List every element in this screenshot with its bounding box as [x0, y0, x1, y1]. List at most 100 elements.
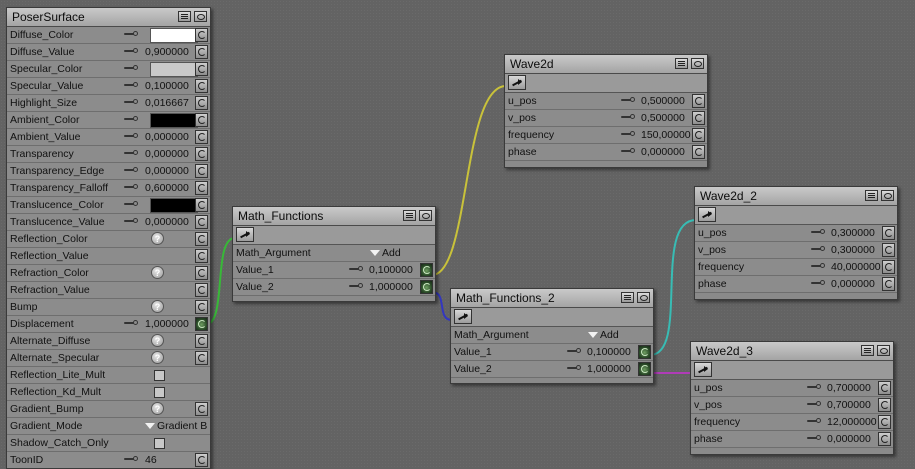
poser-surface-node[interactable]: PoserSurface Diffuse_Color Diffuse_Value 0… [6, 7, 211, 469]
param-row-alternate-specular[interactable]: Alternate_Specular? [7, 350, 210, 367]
node-title-bar[interactable]: Wave2d [505, 55, 707, 74]
dial-icon[interactable] [621, 148, 639, 155]
param-row-gradient-bump[interactable]: Gradient_Bump? [7, 401, 210, 418]
dial-icon[interactable] [621, 97, 639, 104]
param-row-diffuse-value[interactable]: Diffuse_Value 0,900000 [7, 44, 210, 61]
help-icon[interactable]: ? [151, 402, 164, 415]
help-icon[interactable]: ? [151, 266, 164, 279]
node-title-bar[interactable]: Wave2d_2 [695, 187, 897, 206]
input-plug[interactable] [878, 415, 891, 429]
param-value[interactable]: 0,100000 [587, 344, 631, 360]
node-preview-toggle-button[interactable] [691, 58, 704, 69]
input-plug[interactable] [195, 62, 208, 76]
param-value[interactable]: 0,600000 [145, 180, 189, 196]
input-plug[interactable] [882, 277, 895, 291]
dial-icon[interactable] [124, 456, 142, 463]
checkbox[interactable] [154, 438, 165, 449]
param-row-frequency[interactable]: frequency 150,00000 [505, 127, 707, 144]
dial-icon[interactable] [811, 229, 829, 236]
color-swatch[interactable] [150, 62, 198, 77]
help-icon[interactable]: ? [151, 300, 164, 313]
param-row-reflection-lite-mult[interactable]: Reflection_Lite_Mult [7, 367, 210, 384]
checkbox[interactable] [154, 370, 165, 381]
param-row-translucence-value[interactable]: Translucence_Value 0,000000 [7, 214, 210, 231]
input-plug[interactable] [195, 45, 208, 59]
input-plug[interactable] [195, 402, 208, 416]
input-plug[interactable] [195, 249, 208, 263]
node-preview-toggle-button[interactable] [881, 190, 894, 201]
color-swatch[interactable] [150, 113, 198, 128]
param-row-bump[interactable]: Bump? [7, 299, 210, 316]
node-preview-toggle-button[interactable] [194, 11, 207, 22]
dial-icon[interactable] [807, 435, 825, 442]
dial-icon[interactable] [349, 266, 367, 273]
param-row-phase[interactable]: phase 0,000000 [691, 431, 893, 448]
param-row-diffuse-color[interactable]: Diffuse_Color [7, 27, 210, 44]
input-plug[interactable] [195, 113, 208, 127]
dial-icon[interactable] [621, 114, 639, 121]
input-plug[interactable] [195, 79, 208, 93]
param-row-reflection-kd-mult[interactable]: Reflection_Kd_Mult [7, 384, 210, 401]
dial-icon[interactable] [807, 384, 825, 391]
dial-icon[interactable] [349, 283, 367, 290]
input-plug[interactable] [195, 266, 208, 280]
param-row-alternate-diffuse[interactable]: Alternate_Diffuse? [7, 333, 210, 350]
param-value[interactable]: 0,000000 [145, 129, 189, 145]
input-plug[interactable] [195, 130, 208, 144]
input-plug[interactable] [882, 243, 895, 257]
param-value[interactable]: 0,500000 [641, 93, 685, 109]
param-value[interactable]: 1,000000 [369, 279, 413, 295]
dial-icon[interactable] [124, 218, 142, 225]
input-plug[interactable] [195, 300, 208, 314]
param-row-highlight-size[interactable]: Highlight_Size 0,016667 [7, 95, 210, 112]
param-value[interactable]: 0,700000 [827, 380, 871, 396]
input-plug[interactable] [692, 111, 705, 125]
output-plug-icon[interactable] [236, 227, 254, 242]
param-row-reflection-value[interactable]: Reflection_Value [7, 248, 210, 265]
input-plug[interactable] [878, 381, 891, 395]
input-plug[interactable] [195, 147, 208, 161]
dial-icon[interactable] [124, 150, 142, 157]
color-swatch[interactable] [150, 28, 198, 43]
param-value[interactable]: 0,000000 [641, 144, 685, 160]
param-value[interactable]: 1,000000 [145, 316, 189, 332]
input-plug-connected[interactable] [638, 362, 651, 376]
param-value[interactable]: 0,900000 [145, 44, 189, 60]
input-plug[interactable] [195, 232, 208, 246]
dial-icon[interactable] [124, 99, 142, 106]
param-row-phase[interactable]: phase 0,000000 [505, 144, 707, 161]
input-plug[interactable] [878, 432, 891, 446]
param-row-u-pos[interactable]: u_pos 0,300000 [695, 225, 897, 242]
dial-icon[interactable] [124, 320, 142, 327]
param-row-value-1[interactable]: Value_1 0,100000 [451, 344, 653, 361]
node-title-bar[interactable]: PoserSurface [7, 8, 210, 27]
param-value[interactable]: 12,000000 [827, 414, 877, 430]
wave2d-wire[interactable] [431, 85, 507, 276]
dial-icon[interactable] [124, 31, 142, 38]
input-plug[interactable] [195, 164, 208, 178]
input-plug[interactable] [195, 181, 208, 195]
param-row-specular-value[interactable]: Specular_Value 0,100000 [7, 78, 210, 95]
checkbox[interactable] [154, 387, 165, 398]
param-row-u-pos[interactable]: u_pos 0,700000 [691, 380, 893, 397]
node-preview-toggle-button[interactable] [637, 292, 650, 303]
param-value[interactable]: 40,000000 [831, 259, 881, 275]
dial-icon[interactable] [124, 184, 142, 191]
input-plug[interactable] [195, 351, 208, 365]
output-plug-icon[interactable] [698, 207, 716, 222]
param-value[interactable]: 0,300000 [831, 225, 875, 241]
dial-icon[interactable] [811, 263, 829, 270]
param-row-phase[interactable]: phase 0,000000 [695, 276, 897, 293]
param-value[interactable]: 0,300000 [831, 242, 875, 258]
help-icon[interactable]: ? [151, 334, 164, 347]
dial-icon[interactable] [124, 82, 142, 89]
dial-icon[interactable] [124, 133, 142, 140]
input-plug[interactable] [195, 198, 208, 212]
input-plug[interactable] [878, 398, 891, 412]
help-icon[interactable]: ? [151, 232, 164, 245]
param-row-value-1[interactable]: Value_1 0,100000 [233, 262, 435, 279]
node-title-bar[interactable]: Math_Functions [233, 207, 435, 226]
input-plug[interactable] [195, 28, 208, 42]
math-argument-dropdown[interactable]: Add [588, 327, 619, 343]
dial-icon[interactable] [124, 116, 142, 123]
